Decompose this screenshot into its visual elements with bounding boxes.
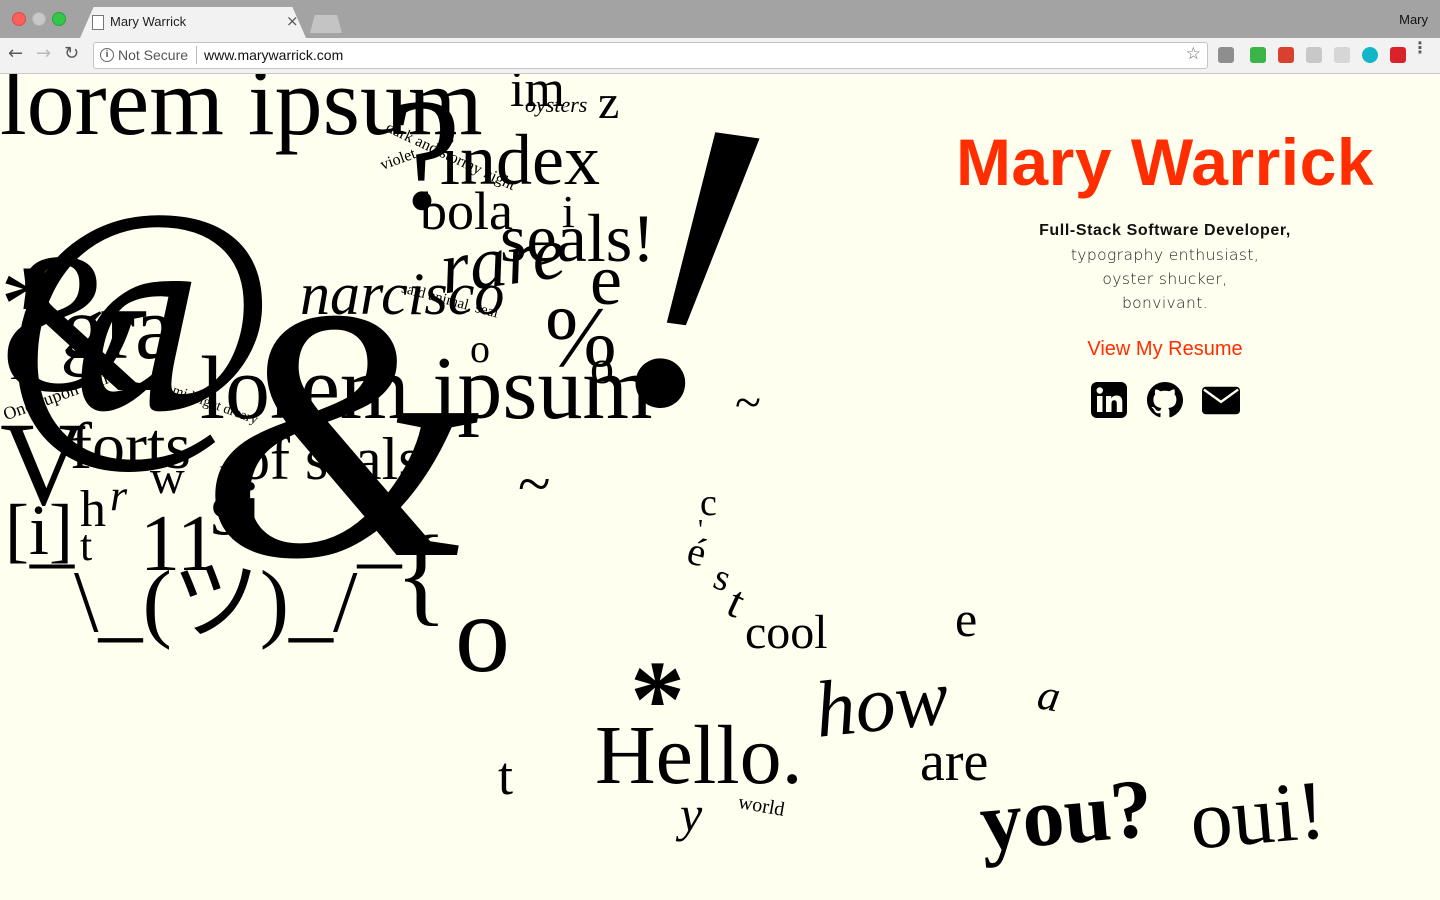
profile-name[interactable]: Mary — [1399, 12, 1428, 27]
linkedin-icon[interactable] — [1090, 381, 1128, 419]
art-word: ~ — [735, 376, 761, 429]
art-word: i — [10, 331, 26, 391]
browser-tab-strip: Mary Warrick × Mary — [0, 0, 1440, 38]
maximize-window-button[interactable] — [52, 12, 66, 26]
art-word: oysters — [525, 92, 588, 117]
art-word: o — [455, 573, 510, 695]
bio-line: bonvivant. — [1121, 294, 1209, 312]
art-word: o — [470, 326, 490, 371]
browser-toolbar: ← → ↻ i Not Secure www.marywarrick.com ☆… — [0, 38, 1440, 74]
art-word: ¯\_(ツ)_/¯ — [30, 554, 402, 651]
art-word: you? — [976, 761, 1157, 870]
url-divider — [196, 46, 197, 64]
tab-title[interactable]: Mary Warrick — [110, 14, 186, 29]
extension-5-icon[interactable] — [1334, 47, 1350, 63]
art-word: ~ — [518, 451, 551, 517]
art-word: a — [1033, 669, 1065, 722]
bookmark-star-icon[interactable]: ☆ — [1186, 44, 1201, 64]
role-title: Full-Stack Software Developer, — [1039, 222, 1291, 239]
extension-7-icon[interactable] — [1390, 47, 1406, 63]
art-word: r — [110, 471, 128, 520]
profile-panel: Mary Warrick Full-Stack Software Develop… — [900, 124, 1430, 419]
art-word: é — [682, 527, 712, 576]
address-bar[interactable]: i Not Secure www.marywarrick.com ☆ — [93, 42, 1208, 69]
art-word: of seals — [240, 426, 422, 492]
tab-close-icon[interactable]: × — [286, 12, 299, 30]
art-word: oui! — [1186, 763, 1330, 868]
security-label[interactable]: Not Secure — [118, 47, 188, 63]
art-word: { — [395, 513, 448, 635]
bio-line: typography enthusiast, — [1070, 246, 1260, 264]
art-word: o — [590, 341, 614, 394]
page-title: Mary Warrick — [955, 125, 1375, 199]
resume-link[interactable]: View My Resume — [1087, 338, 1242, 361]
art-word: forts — [70, 410, 191, 483]
back-button[interactable]: ← — [8, 43, 23, 64]
email-icon[interactable] — [1202, 381, 1240, 419]
art-word: ? — [390, 74, 462, 243]
art-word: gra — [60, 279, 175, 378]
extension-1-icon[interactable] — [1218, 47, 1234, 63]
page-icon — [92, 15, 104, 30]
page-viewport: lorem ipsum im oysters z index dark and storm… — [0, 74, 1440, 900]
extension-6-icon[interactable] — [1362, 47, 1378, 63]
new-tab-button[interactable] — [310, 15, 342, 33]
art-word: t — [498, 746, 514, 806]
info-icon[interactable]: i — [100, 48, 114, 62]
art-word: cool — [745, 606, 828, 659]
art-word: e — [955, 591, 978, 647]
social-links — [900, 381, 1430, 419]
forward-button[interactable]: → — [36, 43, 51, 64]
art-word: si — [210, 464, 263, 551]
extension-3-icon[interactable] — [1278, 47, 1294, 63]
evernote-extension-icon[interactable] — [1250, 47, 1266, 63]
art-word: s — [708, 555, 737, 601]
url-text[interactable]: www.marywarrick.com — [204, 47, 343, 63]
github-icon[interactable] — [1146, 381, 1184, 419]
extension-4-icon[interactable] — [1306, 47, 1322, 63]
reload-button[interactable]: ↻ — [64, 43, 79, 64]
art-word: z — [598, 76, 620, 129]
bio-line: oyster shucker, — [1102, 270, 1228, 288]
minimize-window-button[interactable] — [32, 12, 46, 26]
art-word: y — [680, 786, 703, 842]
browser-menu-icon[interactable]: ⋮ — [1412, 40, 1428, 56]
close-window-button[interactable] — [12, 12, 26, 26]
art-word: * — [0, 243, 55, 365]
